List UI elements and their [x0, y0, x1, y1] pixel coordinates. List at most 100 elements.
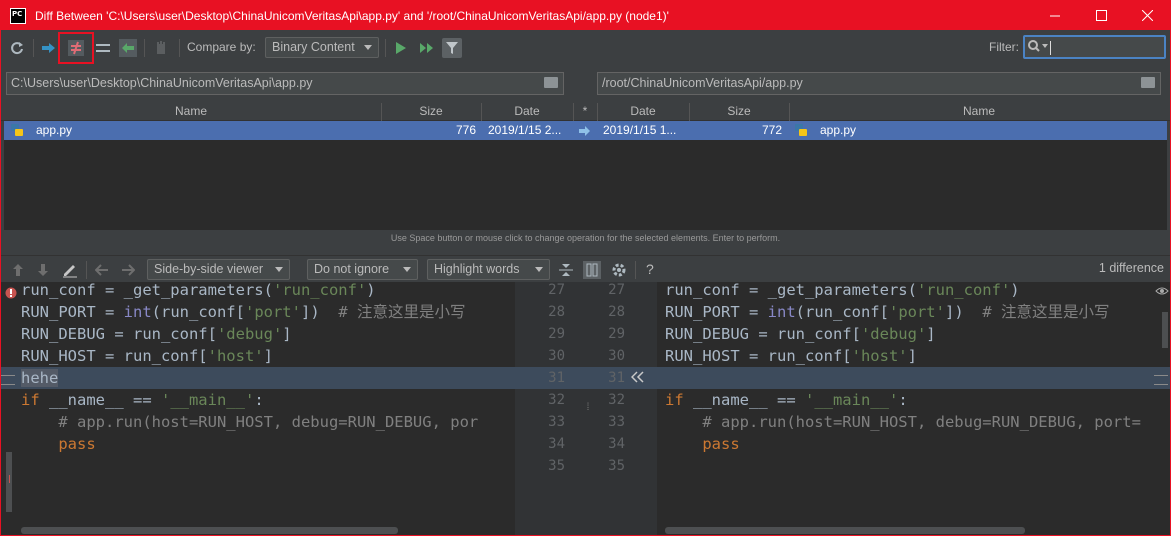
left-line-number: 30 — [548, 348, 565, 364]
left-code-line[interactable]: run_conf = _get_parameters('run_conf') — [1, 282, 515, 301]
folder-icon[interactable] — [544, 77, 558, 88]
left-code-line[interactable]: hehe — [1, 367, 515, 389]
synchronize-all-button[interactable] — [417, 38, 437, 58]
prev-difference-icon — [13, 264, 23, 276]
splitter-handle[interactable]: ⁞ — [585, 402, 591, 414]
left-code-line[interactable]: RUN_DEBUG = run_conf['debug'] — [1, 323, 515, 345]
horizontal-scrollbar[interactable] — [665, 527, 1025, 534]
left-code-line[interactable] — [1, 455, 515, 477]
left-path-text: C:\Users\user\Desktop\ChinaUnicomVeritas… — [11, 76, 313, 90]
left-line-number: 32 — [548, 392, 565, 408]
left-line-number: 31 — [548, 370, 565, 386]
hint-text: Use Space button or mouse click to chang… — [390, 233, 781, 243]
title-bar: PC Diff Between 'C:\Users\user\Desktop\C… — [1, 1, 1170, 30]
table-row[interactable]: app.py 776 2019/1/15 2... 2019/1/15 1...… — [4, 121, 1167, 140]
filter-by-content-button[interactable] — [151, 38, 171, 58]
help-button[interactable]: ? — [646, 261, 654, 277]
right-line-number: 33 — [608, 414, 625, 430]
file-table-empty-area[interactable] — [4, 140, 1167, 230]
right-code-line[interactable]: pass — [657, 433, 1170, 455]
right-line-number: 27 — [608, 282, 625, 298]
right-code-line[interactable]: if __name__ == '__main__': — [657, 389, 1170, 411]
code-token: 'run_conf' — [916, 282, 1011, 299]
chevron-down-icon — [364, 45, 372, 50]
maximize-button[interactable] — [1078, 1, 1124, 30]
ignore-dropdown[interactable]: Do not ignore — [307, 259, 418, 280]
minimize-button[interactable] — [1032, 1, 1078, 30]
code-token: run_conf = _get_parameters( — [665, 282, 917, 299]
code-token: RUN_HOST = run_conf[ — [665, 347, 852, 365]
minimize-icon — [1049, 15, 1060, 17]
show-different-button[interactable] — [66, 38, 86, 58]
left-file-name: app.py — [36, 123, 73, 137]
left-file-size: 776 — [456, 123, 477, 137]
left-line-number: 28 — [548, 304, 565, 320]
compare-by-dropdown[interactable]: Binary Content — [265, 37, 379, 58]
synchronize-selected-button[interactable] — [391, 38, 411, 58]
viewer-dropdown[interactable]: Side-by-side viewer — [147, 259, 290, 280]
col-date-left[interactable]: Date — [481, 104, 573, 118]
col-size-left[interactable]: Size — [381, 104, 481, 118]
code-token: 'debug' — [860, 325, 927, 343]
show-new-left-button[interactable] — [39, 38, 59, 58]
right-code-line[interactable] — [657, 367, 1170, 389]
left-code-line[interactable]: RUN_HOST = run_conf['host'] — [1, 345, 515, 367]
diff-toolbar: Side-by-side viewer Do not ignore Highli… — [1, 255, 1170, 283]
close-icon — [1141, 10, 1153, 21]
left-code-line[interactable]: if __name__ == '__main__': — [1, 389, 515, 411]
error-icon — [5, 287, 17, 299]
code-token: 'port' — [244, 303, 301, 321]
col-operation[interactable]: * — [573, 104, 597, 118]
eye-icon — [1155, 287, 1169, 295]
close-button[interactable] — [1124, 1, 1170, 30]
arrow-forward-icon — [122, 264, 135, 276]
highlight-dropdown[interactable]: Highlight words — [427, 259, 550, 280]
left-code-line[interactable]: RUN_PORT = int(run_conf['port']) # 注意这里是… — [1, 301, 515, 323]
code-token: 'port' — [888, 303, 945, 321]
right-code-line[interactable]: RUN_HOST = run_conf['host'] — [657, 345, 1170, 367]
right-editor[interactable]: run_conf = _get_parameters('run_conf') RU… — [657, 282, 1170, 535]
right-line-number: 35 — [608, 458, 625, 474]
right-code-line[interactable]: RUN_PORT = int(run_conf['port']) # 注意这里是… — [657, 301, 1170, 323]
right-path-field[interactable]: /root/ChinaUnicomVeritasApi/app.py — [597, 72, 1161, 95]
text-caret — [1050, 41, 1051, 55]
col-name-left[interactable]: Name — [1, 104, 381, 118]
code-token: (run_conf[ — [151, 303, 245, 321]
right-code-line[interactable]: run_conf = _get_parameters('run_conf') — [657, 282, 1170, 301]
right-code-line[interactable] — [657, 455, 1170, 477]
apply-change-left-icon — [631, 371, 644, 383]
right-code-line[interactable]: # app.run(host=RUN_HOST, debug=RUN_DEBUG… — [657, 411, 1170, 433]
play-icon — [396, 42, 406, 54]
code-token: RUN_PORT = — [21, 303, 124, 321]
folder-icon[interactable] — [1141, 77, 1155, 88]
left-path-field[interactable]: C:\Users\user\Desktop\ChinaUnicomVeritas… — [6, 72, 564, 95]
pycharm-logo-icon: PC — [10, 7, 26, 24]
double-play-icon — [420, 43, 433, 53]
show-equal-button[interactable] — [93, 38, 113, 58]
highlight-value: Highlight words — [434, 262, 520, 276]
vertical-scrollbar[interactable] — [1162, 312, 1168, 348]
left-code-line[interactable]: pass — [1, 433, 515, 455]
python-file-icon — [11, 124, 23, 136]
col-name-right[interactable]: Name — [789, 104, 1169, 118]
code-token: # 注意这里是小写 — [338, 303, 466, 321]
python-file-icon — [795, 124, 807, 136]
code-token: 'host' — [851, 347, 908, 365]
right-file-name: app.py — [820, 123, 857, 137]
col-date-right[interactable]: Date — [597, 104, 689, 118]
left-editor[interactable]: run_conf = _get_parameters('run_conf') RU… — [1, 282, 515, 535]
compare-by-value: Binary Content — [272, 40, 355, 54]
horizontal-scrollbar[interactable] — [21, 527, 398, 534]
left-code-line[interactable]: # app.run(host=RUN_HOST, debug=RUN_DEBUG… — [1, 411, 515, 433]
refresh-button[interactable] — [7, 38, 27, 58]
filter-input[interactable] — [1023, 35, 1166, 59]
line-number-gutter: 27 28 29 30 31 32 33 34 35 27 28 29 30 31 32 33 34 35 ⁞ — [515, 282, 657, 535]
compare-by-label: Compare by: — [187, 40, 256, 54]
filter-button[interactable] — [442, 38, 462, 58]
col-size-right[interactable]: Size — [689, 104, 789, 118]
show-new-right-button[interactable] — [118, 38, 138, 58]
code-token: if — [21, 391, 49, 409]
code-token: if — [665, 391, 693, 409]
left-line-number: 34 — [548, 436, 565, 452]
right-code-line[interactable]: RUN_DEBUG = run_conf['debug'] — [657, 323, 1170, 345]
